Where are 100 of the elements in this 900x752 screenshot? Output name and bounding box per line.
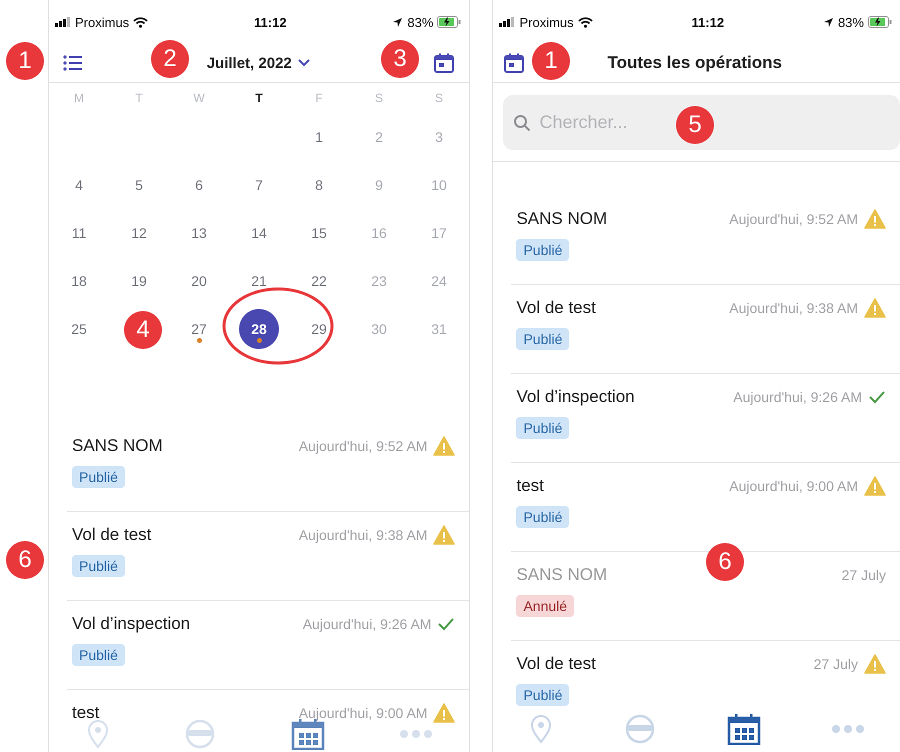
calendar-day[interactable]: 30 xyxy=(359,309,399,349)
battery-icon xyxy=(437,16,462,28)
status-tag: Publié xyxy=(72,644,125,666)
clock-time: 11:12 xyxy=(692,14,724,30)
calendar-day[interactable]: 8 xyxy=(299,165,339,205)
more-icon xyxy=(830,724,865,734)
callout-number: 1 xyxy=(6,42,44,80)
operation-row[interactable]: Vol de test Aujourd'hui, 9:38 AM Publié xyxy=(511,285,900,374)
operation-name: test xyxy=(72,703,100,723)
calendar-day[interactable]: 14 xyxy=(239,213,279,253)
location-arrow-icon xyxy=(822,16,834,28)
calendar-day[interactable]: 9 xyxy=(359,165,399,205)
checkmark-icon xyxy=(437,617,456,631)
weekday-label: T xyxy=(134,90,144,107)
checkmark-icon xyxy=(868,390,886,404)
calendar-day[interactable]: 27 xyxy=(179,309,219,349)
warning-icon xyxy=(864,209,886,229)
operation-row[interactable]: SANS NOM Aujourd'hui, 9:52 AM Publié xyxy=(67,423,470,512)
calendar-day[interactable]: 16 xyxy=(359,213,399,253)
calendar-day[interactable]: 12 xyxy=(119,213,159,253)
operation-time: Aujourd'hui, 9:38 AM xyxy=(298,527,428,543)
callout-number: 6 xyxy=(6,541,44,579)
operation-row[interactable]: SANS NOM Aujourd'hui, 9:52 AM Publié xyxy=(511,196,900,285)
screen-title: Toutes les opérations xyxy=(608,53,782,73)
status-tag: Publié xyxy=(516,239,570,261)
calendar-day[interactable]: 21 xyxy=(239,261,279,301)
signal-icon xyxy=(499,17,516,27)
operation-name: Vol d’inspection xyxy=(516,387,635,407)
tab-bar-item[interactable] xyxy=(726,713,761,745)
callout-number: 1 xyxy=(532,42,570,80)
calendar-day[interactable]: 4 xyxy=(59,165,99,205)
wifi-icon xyxy=(133,16,148,28)
calendar-day[interactable]: 31 xyxy=(419,309,459,349)
operation-row[interactable]: Vol de test Aujourd'hui, 9:38 AM Publié xyxy=(67,512,470,601)
calendar-day[interactable]: 11 xyxy=(59,213,99,253)
calendar-day[interactable]: 23 xyxy=(359,261,399,301)
status-tag: Publié xyxy=(516,506,570,528)
operation-time: Aujourd'hui, 9:26 AM xyxy=(733,389,862,405)
list-icon[interactable] xyxy=(63,55,83,71)
operation-time: Aujourd'hui, 9:00 AM xyxy=(298,705,428,721)
calendar-today-icon xyxy=(433,52,456,74)
calendar-day[interactable]: 24 xyxy=(419,261,459,301)
calendar-day[interactable]: 7 xyxy=(239,165,279,205)
calendar-day[interactable]: 28 xyxy=(239,309,279,349)
warning-icon xyxy=(433,436,456,456)
carrier-name: Proximus xyxy=(519,14,574,30)
operation-name: Vol de test xyxy=(516,654,596,674)
calendar-day[interactable]: 15 xyxy=(299,213,339,253)
calendar-day[interactable]: 1 xyxy=(299,117,339,157)
operation-time: 27 July xyxy=(842,567,886,583)
operation-name: test xyxy=(516,476,544,496)
status-tag: Annulé xyxy=(516,595,574,617)
operation-name: Vol d’inspection xyxy=(72,614,190,634)
callout-number: 6 xyxy=(706,543,744,581)
callout-number: 2 xyxy=(151,40,189,78)
calendar-day[interactable]: 29 xyxy=(299,309,339,349)
calendar-icon xyxy=(726,713,761,745)
calendar-day[interactable]: 6 xyxy=(179,165,219,205)
status-tag: Publié xyxy=(72,555,125,577)
weekday-label: T xyxy=(254,90,264,107)
warning-icon xyxy=(433,703,456,723)
calendar-day[interactable]: 25 xyxy=(59,309,99,349)
callout-number: 3 xyxy=(381,40,419,78)
warning-icon xyxy=(433,525,456,545)
map-pin-icon xyxy=(86,719,110,749)
weekday-label: S xyxy=(434,90,444,107)
calendar-day[interactable]: 18 xyxy=(59,261,99,301)
chevron-down-icon xyxy=(298,59,310,67)
location-arrow-icon xyxy=(392,16,404,28)
battery-percent: 83% xyxy=(407,14,434,30)
calendar-blank-icon xyxy=(503,52,526,74)
battery-percent: 83% xyxy=(838,14,864,30)
battery-icon xyxy=(868,16,892,28)
operation-name: SANS NOM xyxy=(516,565,608,585)
calendar-day[interactable]: 22 xyxy=(299,261,339,301)
calendar-day[interactable]: 10 xyxy=(419,165,459,205)
weekday-label: S xyxy=(374,90,384,107)
operation-time: Aujourd'hui, 9:38 AM xyxy=(729,300,858,316)
calendar-day[interactable]: 13 xyxy=(179,213,219,253)
search-icon xyxy=(513,114,532,132)
calendar-icon[interactable] xyxy=(433,52,456,74)
status-tag: Publié xyxy=(516,417,570,439)
warning-icon xyxy=(864,654,886,674)
month-selector[interactable]: Juillet, 2022 xyxy=(206,54,310,72)
warning-icon xyxy=(864,298,886,318)
status-tag: Publié xyxy=(72,466,125,488)
calendar-day[interactable]: 3 xyxy=(419,117,459,157)
calendar-day[interactable]: 19 xyxy=(119,261,159,301)
operation-time: Aujourd'hui, 9:52 AM xyxy=(298,438,428,454)
calendar-day[interactable]: 2 xyxy=(359,117,399,157)
warning-icon xyxy=(864,476,886,496)
calendar-day[interactable]: 20 xyxy=(179,261,219,301)
operation-name: Vol de test xyxy=(516,298,596,318)
clock-time: 11:12 xyxy=(254,14,287,30)
operation-row[interactable]: Vol d’inspection Aujourd'hui, 9:26 AM Publié xyxy=(67,601,470,690)
status-tag: Publié xyxy=(516,684,570,706)
operation-name: SANS NOM xyxy=(72,436,163,456)
calendar-day[interactable]: 17 xyxy=(419,213,459,253)
operation-row[interactable]: Vol d’inspection Aujourd'hui, 9:26 AM Publié xyxy=(511,374,900,463)
calendar-day[interactable]: 5 xyxy=(119,165,159,205)
